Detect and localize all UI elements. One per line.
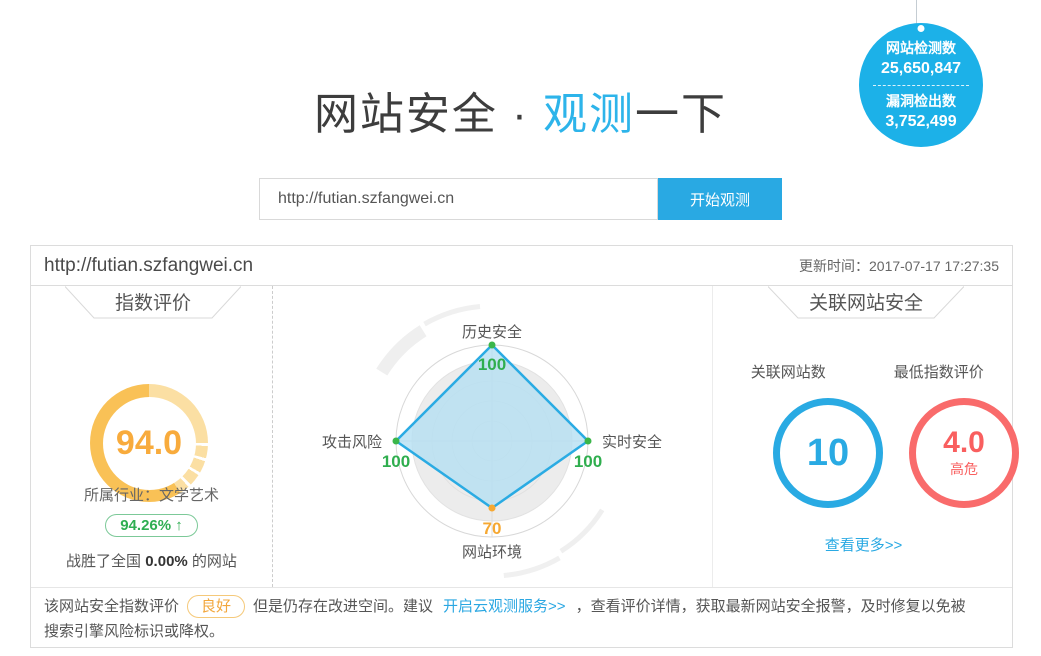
related-section-header: 关联网站安全 (768, 286, 964, 319)
radar-value-realtime: 100 (574, 452, 602, 471)
cloud-service-link[interactable]: 开启云观测服务>> (443, 598, 566, 615)
radar-point-history[interactable] (489, 342, 496, 349)
radar-point-environment[interactable] (489, 505, 496, 512)
radar-value-attack: 100 (382, 452, 410, 471)
decor-arc-top-thin (425, 307, 481, 325)
beat-prefix: 战胜了全国 (66, 553, 145, 570)
percentile-badge: 94.26% ↑ (105, 514, 198, 537)
related-count-value: 10 (807, 432, 849, 475)
detect-count-value: 25,650,847 (881, 58, 961, 80)
title-part1: 网站安全 (314, 90, 498, 139)
score-donut-hole: 94.0 (103, 397, 196, 490)
start-observe-button[interactable]: 开始观测 (658, 178, 782, 220)
beat-suffix: 的网站 (188, 553, 237, 570)
title-part2: 一下 (635, 90, 727, 139)
update-time: 更新时间：2017-07-17 17:27:35 (799, 256, 999, 276)
search-row: 开始观测 (259, 178, 782, 220)
radar-point-attack[interactable] (393, 438, 400, 445)
lowest-score-value: 4.0 (943, 427, 985, 459)
decor-arc-bottom-thick (561, 510, 602, 551)
radar-value-environment: 70 (483, 519, 502, 538)
index-header-label: 指数评价 (115, 292, 191, 314)
rating-badge: 良好 (187, 595, 245, 618)
radar-label-environment: 网站环境 (462, 543, 522, 561)
beat-value: 0.00% (145, 553, 188, 570)
radar-label-history: 历史安全 (462, 323, 522, 341)
radar-label-attack: 攻击风险 (322, 434, 382, 451)
industry-label: 所属行业：文学艺术 (31, 484, 272, 505)
url-input[interactable] (259, 178, 658, 220)
view-more-link[interactable]: 查看更多>> (713, 534, 1014, 555)
page: 网站检测数 25,650,847 漏洞检出数 3,752,499 网站安全 · … (0, 0, 1041, 656)
site-url: http://futian.szfangwei.cn (44, 255, 253, 277)
detect-count-label: 网站检测数 (886, 38, 956, 58)
footer-line2: 搜索引擎风险标识或降权。 (44, 619, 999, 644)
panel-body: 指数评价 94.0 所属行业：文学艺术 94.26% ↑ 战胜了全国 0.00%… (31, 286, 1012, 587)
panel-footer: 该网站安全指数评价良好但是仍存在改进空间。建议开启云观测服务>> ，查看评价详情，… (31, 587, 1012, 647)
related-header-label: 关联网站安全 (809, 292, 923, 314)
footer-text-2: 但是仍存在改进空间。建议 (253, 598, 433, 615)
beat-line: 战胜了全国 0.00% 的网站 (31, 550, 272, 571)
panel-header: http://futian.szfangwei.cn 更新时间：2017-07-… (31, 246, 1012, 286)
footer-text-1: 该网站安全指数评价 (44, 598, 179, 615)
footer-line1: 该网站安全指数评价良好但是仍存在改进空间。建议开启云观测服务>> ，查看评价详情，… (44, 594, 999, 619)
related-count-circle: 10 (773, 398, 883, 508)
title-dot: · (498, 90, 543, 139)
risk-level-badge: 高危 (950, 459, 978, 479)
related-labels: 关联网站数 最低指数评价 (713, 361, 1014, 382)
radar-label-realtime: 实时安全 (602, 433, 662, 451)
balloon-knot-icon (918, 25, 925, 32)
index-section-header: 指数评价 (65, 286, 241, 319)
radar-chart: 历史安全 实时安全 攻击风险 网站环境 100 100 100 70 (272, 286, 712, 587)
title-highlight: 观测 (543, 90, 635, 139)
lowest-score-label: 最低指数评价 (864, 361, 1015, 382)
lowest-score-circle: 4.0 高危 (909, 398, 1019, 508)
footer-text-3: ，查看评价详情，获取最新网站安全报警，及时修复以免被 (576, 598, 966, 615)
page-title: 网站安全 · 观测一下 (0, 78, 1041, 142)
score-value: 94.0 (116, 424, 182, 463)
result-panel: http://futian.szfangwei.cn 更新时间：2017-07-… (30, 245, 1013, 648)
decor-arc-top-thick (382, 331, 423, 372)
radar-value-history: 100 (478, 355, 506, 374)
percentile-wrap: 94.26% ↑ (31, 514, 272, 537)
related-count-label: 关联网站数 (713, 361, 864, 382)
radar-point-realtime[interactable] (585, 438, 592, 445)
